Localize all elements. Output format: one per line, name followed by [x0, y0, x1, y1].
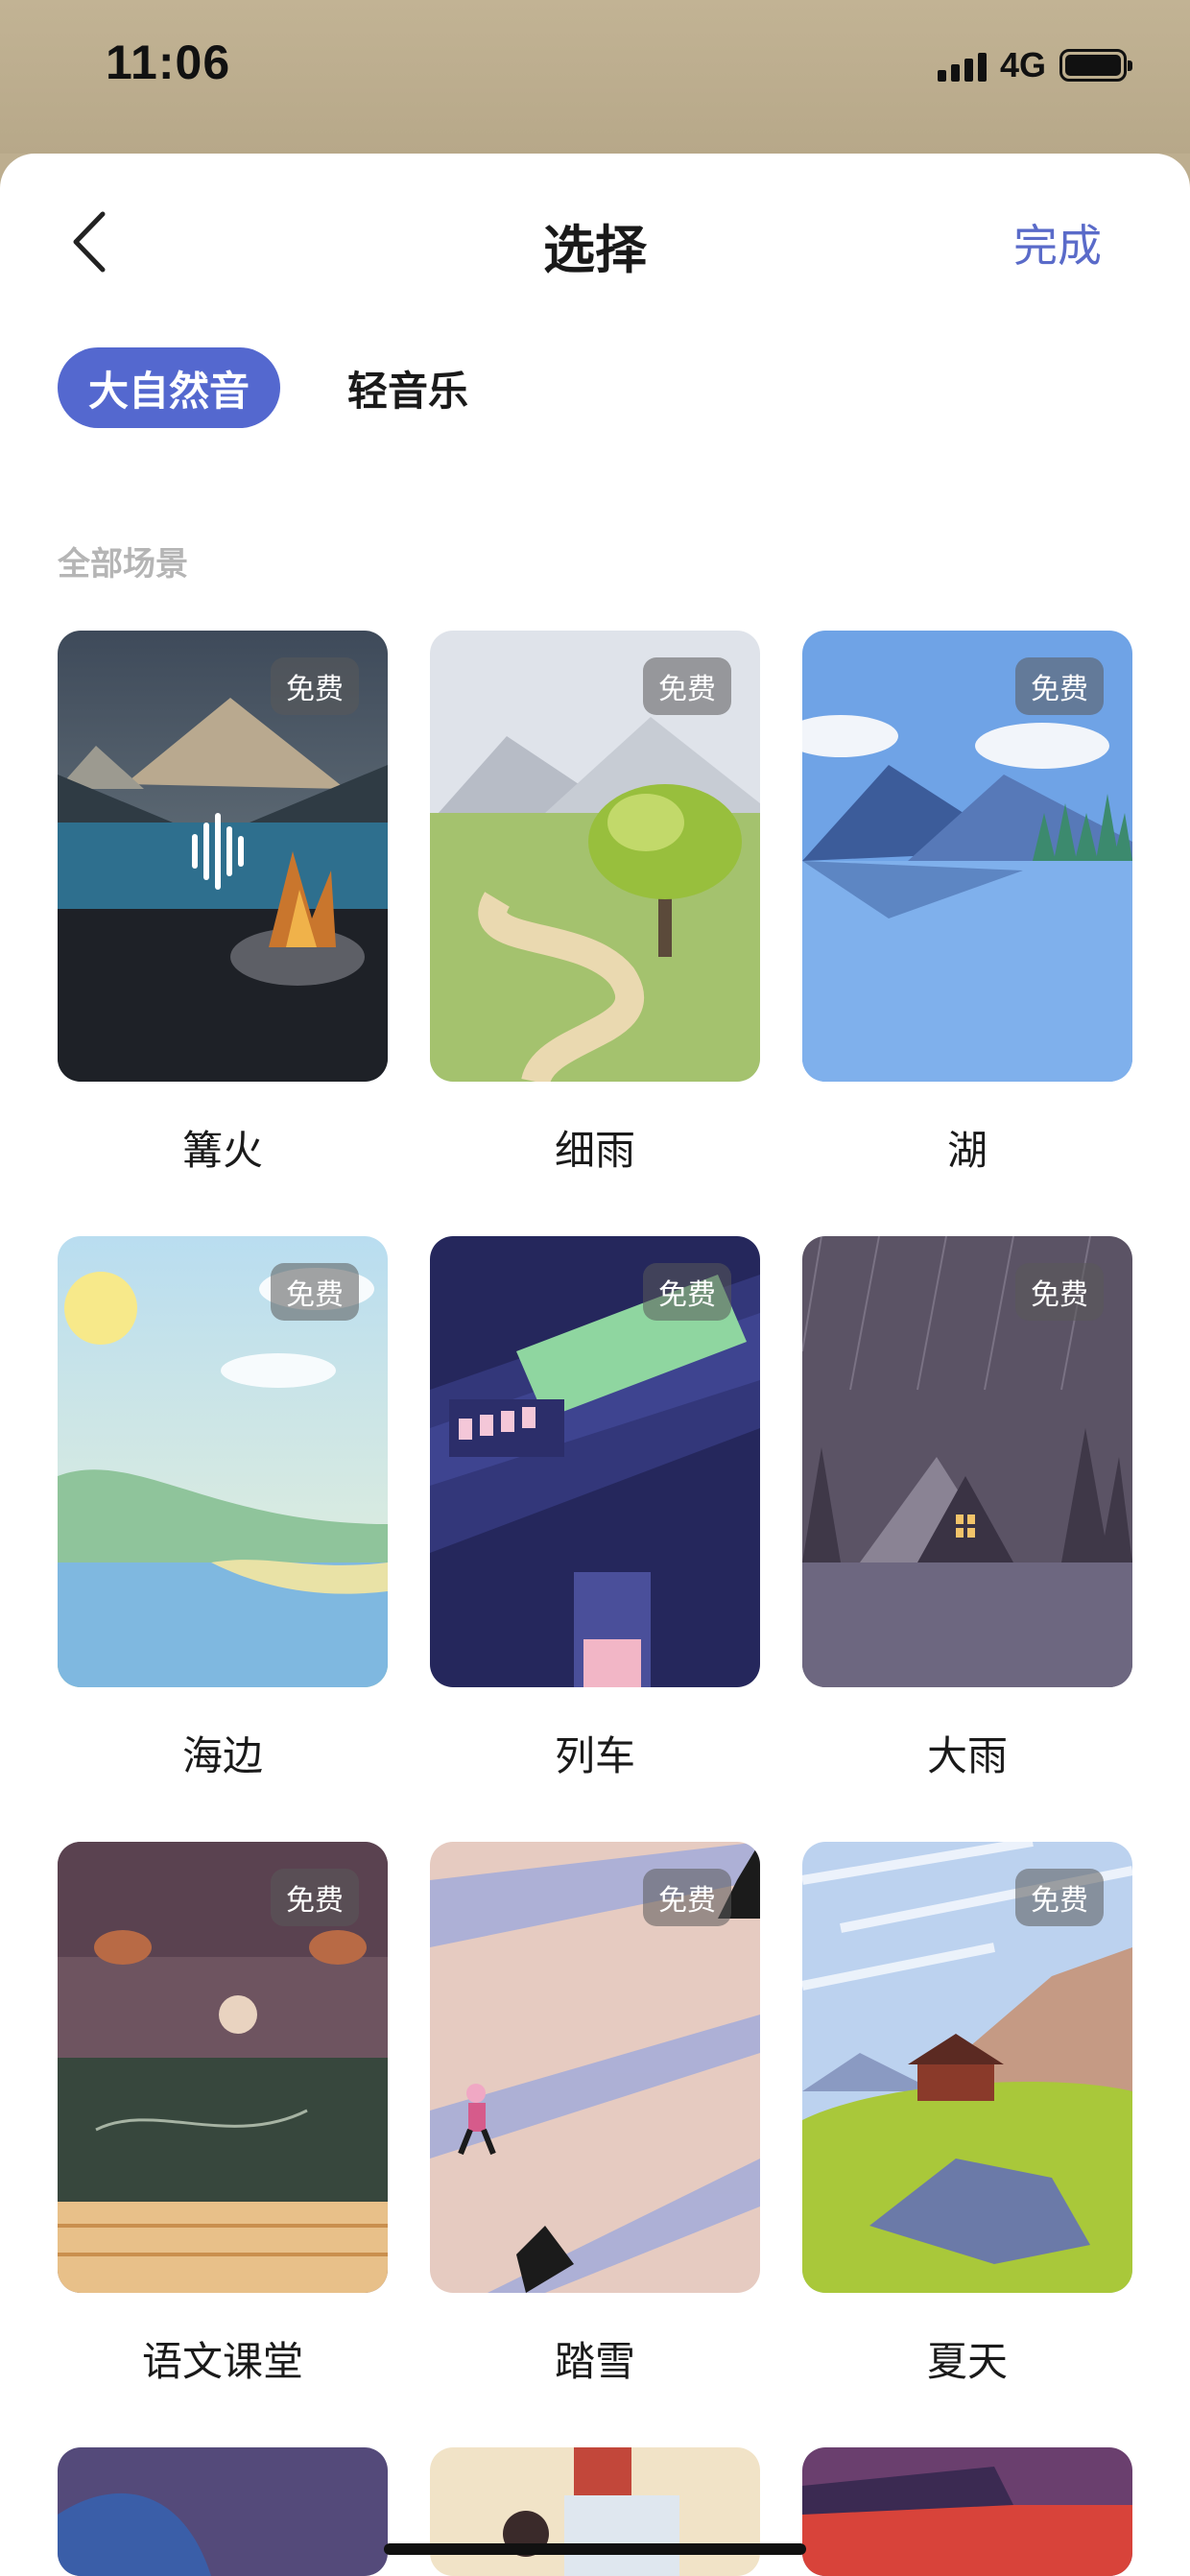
scene-picker-sheet: 选择 完成 大自然音 轻音乐 全部场景 免费 篝火 免费 细雨 免费 湖 免费 … [0, 154, 1190, 2576]
scene-thumbnail: 免费 [430, 1236, 760, 1687]
scene-label: 篝火 [181, 1127, 263, 1174]
scene-card-snow-walk[interactable]: 免费 踏雪 [430, 1842, 760, 2388]
scene-label: 语文课堂 [141, 2338, 303, 2385]
scene-card-drizzle[interactable]: 免费 细雨 [430, 631, 760, 1177]
scene-label: 大雨 [926, 1732, 1008, 1779]
battery-icon [1059, 49, 1132, 82]
status-bar: 11:06 4G [0, 0, 1190, 154]
nav-bar: 选择 完成 [0, 154, 1190, 317]
scene-card-chinese-class[interactable]: 免费 语文课堂 [58, 1842, 388, 2388]
scene-label: 踏雪 [554, 2338, 635, 2385]
category-tabs: 大自然音 轻音乐 [58, 347, 468, 428]
scene-card-heavy-rain[interactable]: 免费 大雨 [802, 1236, 1132, 1782]
scene-card-summer[interactable]: 免费 夏天 [802, 1842, 1132, 2388]
scene-illustration [802, 2447, 1132, 2576]
scene-label: 细雨 [554, 1127, 635, 1174]
free-badge: 免费 [1015, 1263, 1104, 1321]
scene-thumbnail: 免费 [802, 631, 1132, 1082]
free-badge: 免费 [643, 1869, 731, 1926]
scene-thumbnail: 免费 [430, 1842, 760, 2293]
scene-thumbnail [430, 2447, 760, 2576]
scene-card-partial[interactable] [802, 2447, 1132, 2576]
scene-card-train[interactable]: 免费 列车 [430, 1236, 760, 1782]
scene-card-lake[interactable]: 免费 湖 [802, 631, 1132, 1177]
scene-illustration [58, 2447, 388, 2576]
section-title: 全部场景 [58, 545, 188, 584]
scene-thumbnail [802, 2447, 1132, 2576]
scene-card-partial[interactable] [430, 2447, 760, 2576]
signal-icon [937, 49, 987, 82]
scene-thumbnail: 免费 [58, 1236, 388, 1687]
scene-card-seaside[interactable]: 免费 海边 [58, 1236, 388, 1782]
scene-thumbnail: 免费 [802, 1236, 1132, 1687]
status-time: 11:06 [106, 36, 231, 89]
free-badge: 免费 [643, 657, 731, 715]
free-badge: 免费 [271, 1263, 359, 1321]
free-badge: 免费 [271, 1869, 359, 1926]
scene-label: 海边 [181, 1732, 263, 1779]
home-indicator [384, 2543, 806, 2555]
scene-thumbnail [58, 2447, 388, 2576]
scene-card-campfire[interactable]: 免费 篝火 [58, 631, 388, 1177]
scene-thumbnail: 免费 [58, 631, 388, 1082]
free-badge: 免费 [1015, 1869, 1104, 1926]
status-indicators: 4G [937, 44, 1132, 86]
free-badge: 免费 [1015, 657, 1104, 715]
free-badge: 免费 [643, 1263, 731, 1321]
scene-thumbnail: 免费 [802, 1842, 1132, 2293]
scene-label: 夏天 [926, 2338, 1008, 2385]
scene-thumbnail: 免费 [430, 631, 760, 1082]
scene-illustration [430, 2447, 760, 2576]
tab-nature-sounds[interactable]: 大自然音 [58, 347, 280, 428]
scene-thumbnail: 免费 [58, 1842, 388, 2293]
scene-label: 列车 [554, 1732, 635, 1779]
network-type: 4G [999, 45, 1046, 84]
tab-light-music[interactable]: 轻音乐 [347, 347, 468, 428]
scene-card-partial[interactable] [58, 2447, 388, 2576]
page-title: 选择 [543, 220, 647, 280]
scene-label: 湖 [946, 1127, 988, 1174]
free-badge: 免费 [271, 657, 359, 715]
done-button[interactable]: 完成 [1013, 211, 1102, 274]
